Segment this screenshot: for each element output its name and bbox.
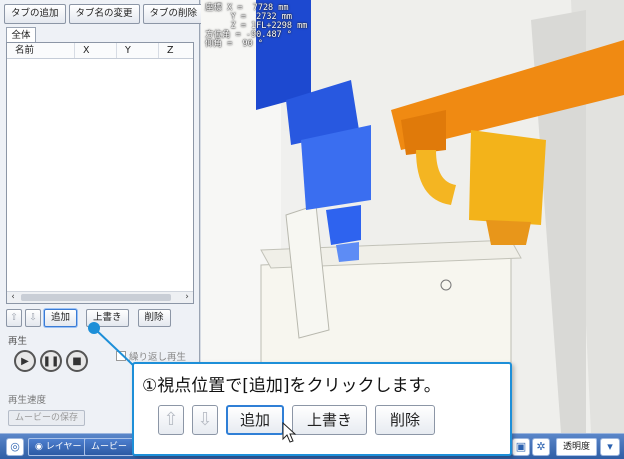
callout-instruction: ①視点位置で[追加]をクリックします。 [142,376,441,396]
callout-anchor-dot [88,322,100,334]
callout-overwrite-button: 上書き [292,405,368,435]
callout-up-button: ⇧ [158,405,184,435]
callout-down-button: ⇩ [192,405,218,435]
callout-delete-button: 削除 [375,405,436,435]
instruction-callout: ①視点位置で[追加]をクリックします。 ⇧ ⇩ 追加 上書き 削除 [132,362,512,456]
callout-add-button: 追加 [226,405,285,435]
mouse-cursor-icon [282,422,297,443]
